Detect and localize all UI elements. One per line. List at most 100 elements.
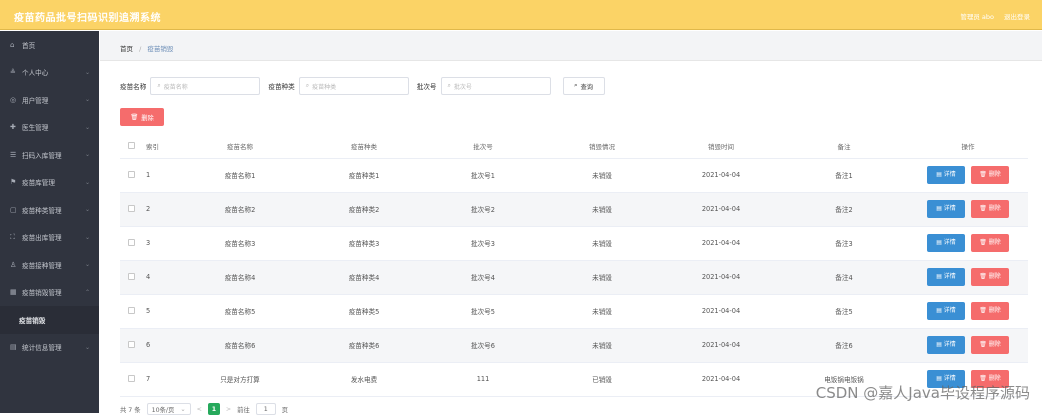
sidebar-item-1[interactable]: ≗个人中心⌄ [0,59,99,87]
table-cell: 疫苗名称6 [176,328,304,362]
detail-icon: ▤ [936,273,944,280]
sidebar-item-3[interactable]: ✚医生管理⌄ [0,114,99,142]
select-all-header[interactable] [120,135,142,158]
search-row: 疫苗名称 ⌕ 疫苗名称 疫苗种类 ⌕ 疫苗种类 批次号 ⌕ 批次号 ⌕ 查询 [120,76,605,96]
vaccine-name-placeholder: 疫苗名称 [164,82,188,91]
row-actions: ▤ 详情 🗑 删除 [908,192,1028,226]
table-cell: 未销毁 [542,226,662,260]
chevron-down-icon: ⌄ [180,406,185,413]
table-cell: 备注5 [780,294,908,328]
vaccine-type-input[interactable]: ⌕ 疫苗种类 [299,77,409,95]
table-cell: 3 [142,226,176,260]
table-cell: 备注3 [780,226,908,260]
page-number-active[interactable]: 1 [208,403,220,415]
row-checkbox[interactable] [128,273,135,280]
batch-delete-button[interactable]: 🗑 删除 [120,108,164,126]
next-page-button[interactable]: > [226,406,231,413]
row-delete-button[interactable]: 🗑 删除 [971,200,1009,218]
table-cell: 未销毁 [542,260,662,294]
row-delete-button[interactable]: 🗑 删除 [971,234,1009,252]
row-actions: ▤ 详情 🗑 删除 [908,294,1028,328]
row-checkbox[interactable] [128,341,135,348]
sidebar-item-4[interactable]: ☰扫码入库管理⌄ [0,141,99,169]
detail-button-label: 详情 [944,171,956,178]
row-delete-label: 删除 [989,307,1001,314]
detail-button[interactable]: ▤ 详情 [927,200,965,218]
select-all-checkbox[interactable] [128,142,135,149]
search-icon: ⌕ [448,82,451,90]
table-cell: 批次号6 [424,328,542,362]
table-cell: 4 [142,260,176,294]
row-checkbox[interactable] [128,307,135,314]
vaccine-destroy-table: 索引疫苗名称疫苗种类批次号销毁情况销毁时间备注操作 1疫苗名称1疫苗种类1批次号… [120,135,1028,397]
query-button[interactable]: ⌕ 查询 [563,77,605,95]
sidebar-item-6[interactable]: ▢疫苗种类管理⌄ [0,196,99,224]
row-checkbox[interactable] [128,375,135,382]
prev-page-button[interactable]: < [197,406,202,413]
batch-input[interactable]: ⌕ 批次号 [441,77,551,95]
detail-icon: ▤ [936,341,944,348]
detail-icon: ▤ [936,171,944,178]
goto-page-value: 1 [264,406,268,413]
vaccine-name-input[interactable]: ⌕ 疫苗名称 [150,77,260,95]
page-size-select[interactable]: 10条/页 ⌄ [147,403,191,415]
table-cell: 批次号1 [424,158,542,192]
sidebar-item-label: 疫苗销毁 [19,315,45,325]
table-row: 2疫苗名称2疫苗种类2批次号2未销毁2021-04-04备注2▤ 详情🗑 删除 [120,192,1028,226]
detail-button[interactable]: ▤ 详情 [927,268,965,286]
table-cell: 疫苗种类2 [304,192,424,226]
goto-page-input[interactable]: 1 [256,403,276,415]
chevron-icon: ⌄ [85,179,90,186]
table-cell: 疫苗种类3 [304,226,424,260]
pagination: 共 7 条 10条/页 ⌄ < 1 > 前往 1 页 [120,403,288,415]
row-actions: ▤ 详情 🗑 删除 [908,158,1028,192]
table-cell: 1 [142,158,176,192]
detail-button[interactable]: ▤ 详情 [927,234,965,252]
detail-button[interactable]: ▤ 详情 [927,166,965,184]
sidebar-item-2[interactable]: ◎用户管理⌄ [0,86,99,114]
main-content: 首页 / 疫苗销毁 疫苗名称 ⌕ 疫苗名称 疫苗种类 ⌕ 疫苗种类 批次号 ⌕ … [100,31,1042,413]
column-header: 操作 [908,135,1028,158]
row-select-cell [120,158,142,192]
column-header-label: 操作 [962,143,975,151]
sidebar-item-9[interactable]: ▦疫苗销毁管理⌃ [0,279,99,307]
sidebar-item-label: 疫苗接种管理 [22,260,62,270]
sidebar-item-0[interactable]: ⌂首页 [0,31,99,59]
table-cell: 未销毁 [542,294,662,328]
row-checkbox[interactable] [128,171,135,178]
trash-icon: 🗑 [979,273,989,280]
chevron-icon: ⌄ [85,151,90,158]
sidebar-item-8[interactable]: ♙疫苗接种管理⌄ [0,251,99,279]
logout-link[interactable]: 退出登录 [1004,11,1030,21]
detail-button-label: 详情 [944,273,956,280]
detail-button[interactable]: ▤ 详情 [927,336,965,354]
batch-delete-label: 删除 [141,113,154,122]
sidebar-item-label: 医生管理 [22,122,48,132]
table-cell: 批次号5 [424,294,542,328]
goto-label: 前往 [237,405,250,414]
row-delete-button[interactable]: 🗑 删除 [971,268,1009,286]
row-select-cell [120,294,142,328]
query-button-label: 查询 [581,82,594,91]
csdn-watermark: CSDN @嘉人Java毕设程序源码 [816,382,1030,403]
row-delete-button[interactable]: 🗑 删除 [971,336,1009,354]
sidebar-item-11[interactable]: ▤统计信息管理⌄ [0,334,99,362]
batch-placeholder: 批次号 [454,82,472,91]
table-cell: 5 [142,294,176,328]
trash-icon: 🗑 [979,375,989,382]
row-checkbox[interactable] [128,205,135,212]
table-cell: 6 [142,328,176,362]
row-delete-label: 删除 [989,205,1001,212]
detail-button[interactable]: ▤ 详情 [927,302,965,320]
header-user-area: 管理员 abo 退出登录 [960,11,1030,21]
sidebar-item-10[interactable]: 疫苗销毁 [0,306,99,334]
row-delete-button[interactable]: 🗑 删除 [971,302,1009,320]
sidebar-item-7[interactable]: ⛶疫苗出库管理⌄ [0,224,99,252]
row-delete-button[interactable]: 🗑 删除 [971,166,1009,184]
table-row: 4疫苗名称4疫苗种类4批次号4未销毁2021-04-04备注4▤ 详情🗑 删除 [120,260,1028,294]
row-select-cell [120,260,142,294]
row-checkbox[interactable] [128,239,135,246]
table-cell: 疫苗名称4 [176,260,304,294]
sidebar-item-5[interactable]: ⚑疫苗库管理⌄ [0,169,99,197]
breadcrumb-home[interactable]: 首页 [120,45,133,53]
